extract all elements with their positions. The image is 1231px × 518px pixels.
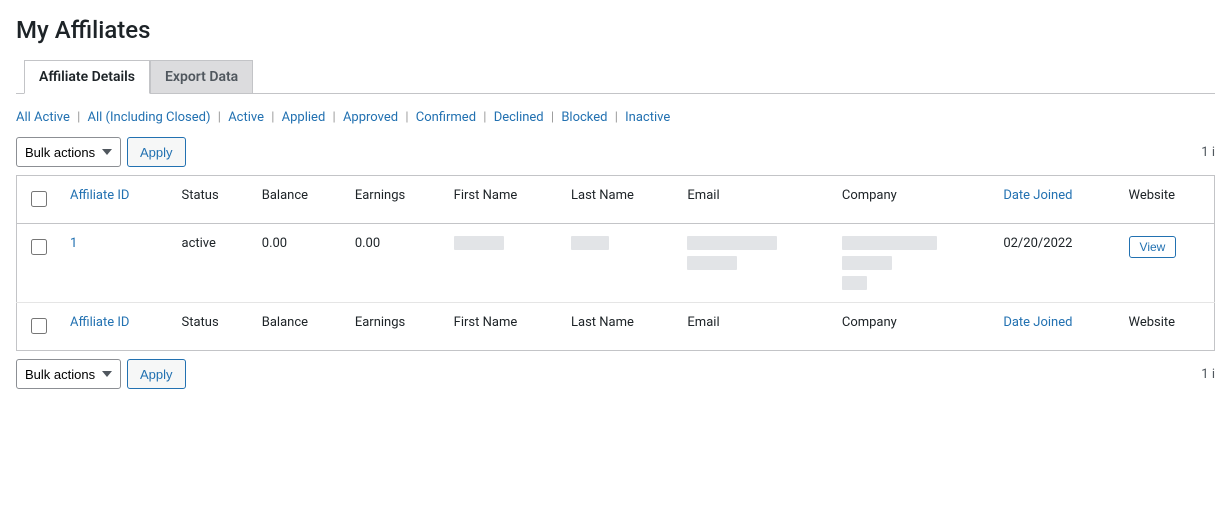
col-email-foot: Email [677,303,831,351]
col-first-name-foot: First Name [444,303,561,351]
col-email: Email [677,176,831,224]
cell-balance: 0.00 [252,224,345,303]
view-button[interactable]: View [1129,236,1177,258]
separator: | [405,110,408,125]
separator: | [615,110,618,125]
col-company-foot: Company [832,303,993,351]
apply-button-top[interactable]: Apply [127,137,186,167]
item-count-top: 1 i [1201,145,1215,160]
col-balance: Balance [252,176,345,224]
filter-all-including-closed[interactable]: All (Including Closed) [88,110,211,125]
separator: | [551,110,554,125]
filter-applied[interactable]: Applied [282,110,326,125]
col-company: Company [832,176,993,224]
separator: | [77,110,80,125]
affiliate-id-link[interactable]: 1 [70,236,77,251]
filter-declined[interactable]: Declined [494,110,544,125]
select-all-checkbox-top[interactable] [31,191,47,207]
apply-button-bottom[interactable]: Apply [127,359,186,389]
toolbar-top: Bulk actions Apply 1 i [16,137,1215,167]
cell-date-joined: 02/20/2022 [993,224,1118,303]
bulk-actions-select-top[interactable]: Bulk actions [16,137,121,167]
row-checkbox[interactable] [31,239,47,255]
separator: | [333,110,336,125]
cell-last-name [561,224,677,303]
filter-active[interactable]: Active [228,110,264,125]
col-date-joined[interactable]: Date Joined [1003,188,1072,203]
cell-earnings: 0.00 [345,224,444,303]
affiliates-table: Affiliate ID Status Balance Earnings Fir… [16,175,1215,351]
tabs: Affiliate Details Export Data [16,60,1215,94]
page-title: My Affiliates [16,16,1215,44]
toolbar-bottom: Bulk actions Apply 1 i [16,359,1215,389]
status-filters: All Active | All (Including Closed) | Ac… [16,110,1215,125]
col-last-name: Last Name [561,176,677,224]
filter-approved[interactable]: Approved [343,110,398,125]
col-website-foot: Website [1119,303,1215,351]
col-status: Status [172,176,252,224]
cell-website: View [1119,224,1215,303]
col-website: Website [1119,176,1215,224]
col-balance-foot: Balance [252,303,345,351]
col-last-name-foot: Last Name [561,303,677,351]
bulk-actions-select-bottom[interactable]: Bulk actions [16,359,121,389]
filter-blocked[interactable]: Blocked [561,110,607,125]
col-affiliate-id-foot[interactable]: Affiliate ID [70,315,129,330]
filter-confirmed[interactable]: Confirmed [416,110,476,125]
separator: | [271,110,274,125]
separator: | [483,110,486,125]
tab-export-data[interactable]: Export Data [150,60,253,94]
separator: | [218,110,221,125]
col-status-foot: Status [172,303,252,351]
cell-first-name [444,224,561,303]
col-earnings-foot: Earnings [345,303,444,351]
col-date-joined-foot[interactable]: Date Joined [1003,315,1072,330]
select-all-checkbox-bottom[interactable] [31,318,47,334]
col-first-name: First Name [444,176,561,224]
tab-affiliate-details[interactable]: Affiliate Details [24,60,150,94]
col-affiliate-id[interactable]: Affiliate ID [70,188,129,203]
col-earnings: Earnings [345,176,444,224]
cell-company [832,224,993,303]
cell-status: active [172,224,252,303]
cell-email [677,224,831,303]
filter-inactive[interactable]: Inactive [625,110,670,125]
filter-all-active[interactable]: All Active [16,110,70,125]
table-row: 1 active 0.00 0.00 02/20/2022 [17,224,1215,303]
item-count-bottom: 1 i [1201,367,1215,382]
